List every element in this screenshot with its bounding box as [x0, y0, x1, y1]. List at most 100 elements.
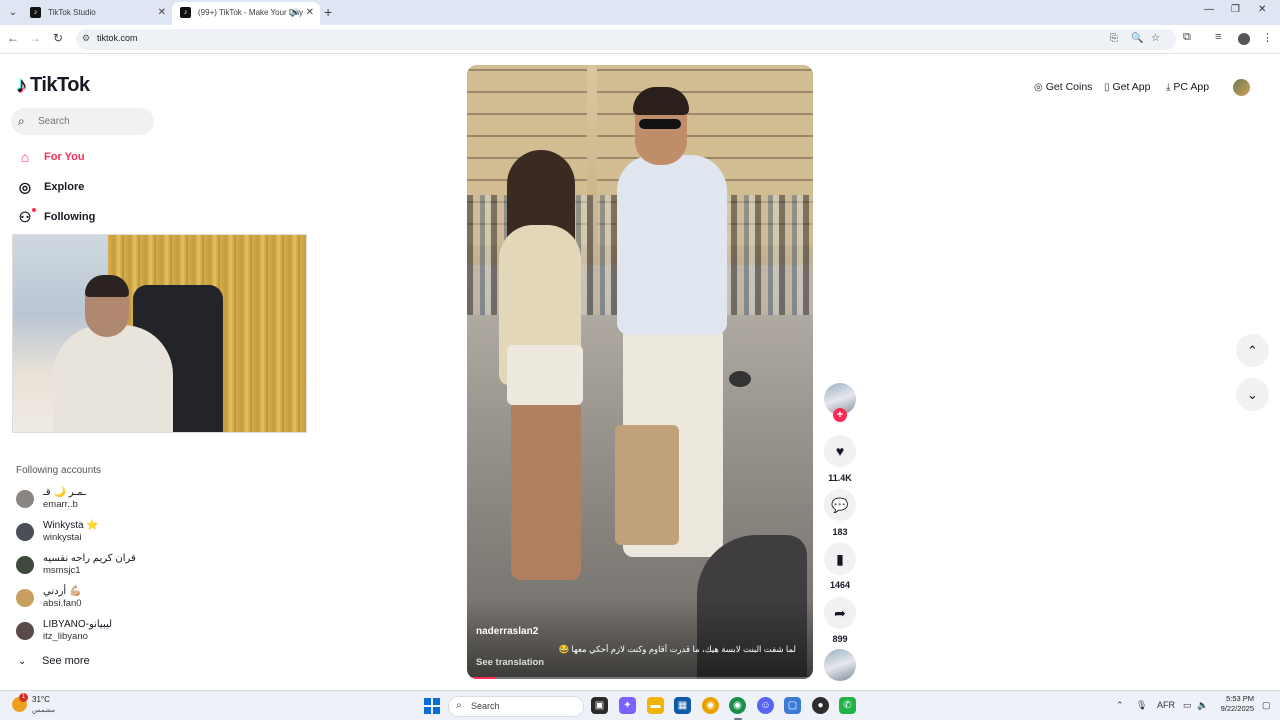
- browser-profile-avatar[interactable]: [1238, 33, 1250, 45]
- follow-plus-icon[interactable]: +: [833, 408, 847, 422]
- video-progress-bar[interactable]: [467, 677, 813, 679]
- streamer-body: [53, 325, 173, 432]
- see-more-label: See more: [42, 655, 90, 667]
- home-icon: ⌂: [20, 149, 30, 165]
- search-icon: ⌕: [456, 700, 462, 711]
- sunglasses: [639, 119, 681, 129]
- nav-following[interactable]: ⚇ Following: [16, 206, 96, 228]
- see-translation-link[interactable]: See translation: [476, 657, 544, 668]
- tiktok-favicon-icon: ♪: [30, 7, 41, 18]
- taskbar-search[interactable]: ⌕ Search: [448, 696, 584, 717]
- video-progress-fill: [467, 677, 495, 679]
- nav-explore[interactable]: ◎ Explore: [16, 176, 84, 198]
- search-input[interactable]: [38, 112, 148, 131]
- address-bar-row: ← → ↻ ⚙ tiktok.com ⎘ 🔍 ☆ ⧉ ≡ ⋮: [0, 25, 1280, 54]
- man-shirt: [617, 155, 727, 335]
- user-avatar[interactable]: [1233, 79, 1250, 96]
- pc-app-label: PC App: [1173, 81, 1210, 93]
- avatar: [16, 556, 34, 574]
- audio-playing-icon[interactable]: 🔊: [290, 2, 300, 23]
- extensions-icon[interactable]: ⧉: [1183, 31, 1191, 44]
- live-stream-preview[interactable]: [12, 234, 307, 433]
- video-author[interactable]: naderraslan2: [476, 626, 538, 637]
- tray-overflow-icon[interactable]: ⌃: [1116, 700, 1124, 711]
- get-coins-label: Get Coins: [1045, 81, 1093, 93]
- heart-icon: ♥: [835, 443, 845, 459]
- file-explorer-icon[interactable]: ▬: [647, 697, 664, 714]
- search-icon: ⌕: [18, 114, 25, 128]
- back-icon[interactable]: ←: [5, 31, 21, 45]
- nav-label: For You: [44, 151, 85, 163]
- tab-tiktok[interactable]: ♪ (99+) TikTok - Make Your Day 🔊 ✕: [172, 2, 320, 25]
- menu-icon[interactable]: ⋮: [1262, 31, 1273, 44]
- minimize-icon[interactable]: —: [1204, 4, 1214, 15]
- microphone-icon[interactable]: 🎙: [1136, 700, 1147, 711]
- address-bar[interactable]: ⚙ tiktok.com ⎘ 🔍 ☆: [76, 29, 1176, 50]
- system-clock[interactable]: 5:53 PM 9/22/2025: [1212, 694, 1254, 714]
- account-name: أردني 💪🏼: [43, 586, 82, 597]
- site-info-icon[interactable]: ⚙: [82, 33, 90, 44]
- get-coins-link[interactable]: ◎ Get Coins: [1034, 81, 1092, 93]
- task-view-icon[interactable]: ▣: [591, 697, 608, 714]
- nav-for-you[interactable]: ⌂ For You: [16, 146, 85, 168]
- windows-start-icon[interactable]: [424, 698, 440, 714]
- see-more-button[interactable]: ⌄ See more: [18, 655, 90, 667]
- notification-icon[interactable]: ▢: [1262, 700, 1271, 711]
- network-icon[interactable]: ▭: [1183, 700, 1192, 711]
- save-button[interactable]: ▮: [824, 543, 856, 575]
- forward-icon[interactable]: →: [27, 31, 43, 45]
- like-button[interactable]: ♥: [824, 435, 856, 467]
- volume-icon[interactable]: 🔈: [1197, 700, 1208, 711]
- zoom-icon[interactable]: 🔍: [1131, 33, 1143, 44]
- bookmark-icon: ▮: [836, 551, 844, 567]
- account-username: msmsjc1: [43, 565, 81, 576]
- video-player[interactable]: naderraslan2 لما شفت البنت لابسة هيك، ما…: [467, 65, 813, 679]
- pc-app-link[interactable]: ⤓ PC App: [1166, 81, 1209, 93]
- tiktok-note-icon: ♪: [16, 72, 27, 97]
- close-window-icon[interactable]: ✕: [1258, 4, 1266, 15]
- restore-icon[interactable]: ❐: [1231, 4, 1240, 15]
- url-text: tiktok.com: [97, 33, 138, 43]
- get-app-label: Get App: [1112, 81, 1151, 93]
- nav-label: Explore: [44, 181, 85, 193]
- weather-badge: 1: [19, 693, 28, 702]
- clock-date: 9/22/2025: [1220, 704, 1254, 713]
- compass-icon: ◎: [18, 178, 32, 195]
- comment-button[interactable]: 💬: [824, 489, 856, 521]
- chrome-canary-icon[interactable]: ◉: [702, 697, 719, 714]
- get-app-link[interactable]: ▯ Get App: [1104, 81, 1150, 93]
- tab-search-icon[interactable]: ⌄: [4, 4, 22, 22]
- search-box[interactable]: ⌕: [11, 108, 154, 135]
- tiktok-logo[interactable]: ♪ TikTok: [16, 72, 90, 98]
- discord-icon[interactable]: ☺: [757, 697, 774, 714]
- tab-tiktok-studio[interactable]: ♪ TikTok Studio ✕: [22, 2, 172, 25]
- taskbar-search-label: Search: [471, 701, 500, 711]
- install-app-icon[interactable]: ⎘: [1110, 33, 1118, 44]
- music-disc-icon[interactable]: [824, 649, 856, 681]
- store-icon[interactable]: ▦: [674, 697, 691, 714]
- bookmark-star-icon[interactable]: ☆: [1151, 33, 1160, 44]
- weather-condition: مشمس: [32, 707, 55, 714]
- close-tab-icon[interactable]: ✕: [306, 2, 314, 23]
- copilot-icon[interactable]: ✦: [619, 697, 636, 714]
- media-control-icon[interactable]: ≡: [1215, 31, 1221, 43]
- tiktok-favicon-icon: ♪: [180, 7, 191, 18]
- avatar: [16, 589, 34, 607]
- tab-title: TikTok Studio: [48, 8, 96, 17]
- recording-app-icon[interactable]: ●: [812, 697, 829, 714]
- previous-video-button[interactable]: ⌃: [1236, 334, 1269, 367]
- whatsapp-icon[interactable]: ✆: [839, 697, 856, 714]
- chrome-icon[interactable]: ◉: [729, 697, 746, 714]
- phone-icon: ▯: [1104, 82, 1110, 93]
- reload-icon[interactable]: ↻: [50, 31, 66, 45]
- like-count: 11.4K: [828, 473, 852, 483]
- language-indicator[interactable]: AFR: [1157, 700, 1175, 710]
- close-tab-icon[interactable]: ✕: [158, 2, 166, 23]
- window-app-icon[interactable]: ▢: [784, 697, 801, 714]
- share-button[interactable]: ➦: [824, 597, 856, 629]
- windows-taskbar: 1 31°C مشمس ⌕ Search ▣ ✦ ▬ ▦ ◉ ◉ ☺ ▢ ● ✆…: [0, 690, 1280, 720]
- avatar: [16, 622, 34, 640]
- new-tab-button[interactable]: +: [324, 3, 332, 21]
- next-video-button[interactable]: ⌄: [1236, 378, 1269, 411]
- account-name: قـ 🌙 ـمـر: [43, 487, 86, 498]
